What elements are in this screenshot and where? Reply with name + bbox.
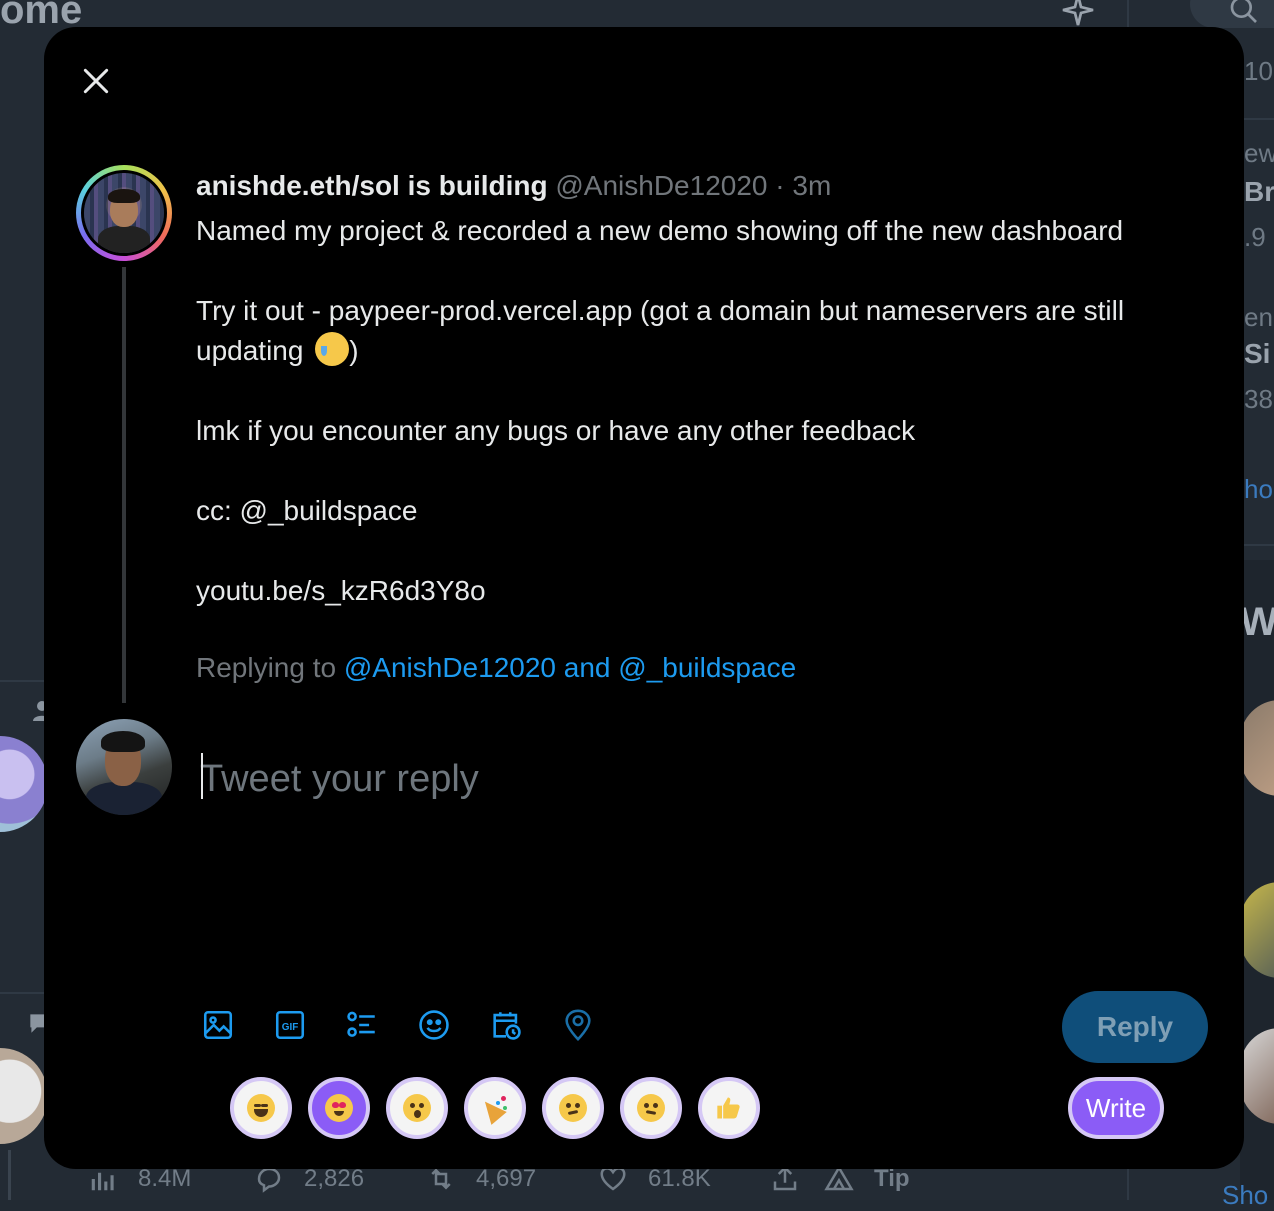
trend-snippet: en [1244,302,1273,333]
reply-button[interactable]: Reply [1062,991,1208,1063]
separator-dot: · [775,170,784,201]
schedule-button[interactable] [488,1007,524,1043]
show-more-link: Sho [1222,1180,1268,1211]
media-button[interactable] [200,1007,236,1043]
tweet-line: updating ) [196,331,1206,371]
image-icon [201,1008,235,1042]
open-mouth-icon [403,1094,431,1122]
reaction-open-mouth-button[interactable] [386,1077,448,1139]
tweet-line-suffix: ) [349,335,358,366]
show-more-link: ho [1244,474,1273,505]
replying-to: Replying to @AnishDe12020 and @_buildspa… [196,649,1206,687]
gif-button[interactable]: GIF [272,1007,308,1043]
reaction-thumbs-up-button[interactable] [698,1077,760,1139]
poll-icon [345,1008,379,1042]
avatar [0,1048,48,1144]
thumbs-up-icon [715,1094,743,1122]
thinking-icon [559,1094,587,1122]
reaction-heart-eyes-button[interactable] [308,1077,370,1139]
trend-snippet: Si [1244,338,1270,370]
views-count: 8.4M [138,1165,191,1193]
tweet-time[interactable]: 3m [792,170,831,201]
divider [0,992,44,994]
retweets-count: 4,697 [476,1165,536,1193]
compose-toolbar: GIF [200,1007,596,1043]
avatar [0,736,48,832]
likes-count: 61.8K [648,1165,711,1193]
tweet-line: youtu.be/s_kzR6d3Y8o [196,571,1206,611]
poll-button[interactable] [344,1007,380,1043]
location-button[interactable] [560,1007,596,1043]
thread-line [122,267,126,703]
thread-line [8,1150,11,1200]
location-icon [561,1008,595,1042]
tip-label: Tip [874,1165,910,1193]
sparkle-icon [1060,0,1096,28]
write-button[interactable]: Write [1068,1077,1164,1139]
avatar-photo [81,170,167,256]
author-avatar[interactable] [76,165,172,261]
svg-text:GIF: GIF [282,1022,299,1033]
trend-snippet: ew [1244,138,1274,169]
divider [0,680,44,682]
joy-icon [247,1094,275,1122]
trend-snippet: .9 [1244,222,1266,253]
tweet-line: cc: @_buildspace [196,491,1206,531]
quick-reactions [230,1077,760,1139]
tweet-line: Named my project & recorded a new demo s… [196,211,1206,251]
user-avatar[interactable] [76,719,172,815]
trend-snippet: 10 [1244,56,1273,87]
reply-modal: anishde.eth/sol is building @AnishDe1202… [44,27,1244,1169]
confused-icon [637,1094,665,1122]
replying-to-mentions[interactable]: @AnishDe12020 and @_buildspace [344,652,796,683]
text-caret [201,753,203,799]
emoji-button[interactable] [416,1007,452,1043]
tweet-line: Try it out - paypeer-prod.vercel.app (go… [196,291,1206,331]
crying-face-icon [315,332,349,366]
reaction-party-button[interactable] [464,1077,526,1139]
close-icon [80,65,112,97]
replying-to-label: Replying to [196,652,336,683]
emoji-icon [417,1008,451,1042]
gif-icon: GIF [273,1008,307,1042]
reaction-confused-button[interactable] [620,1077,682,1139]
tweet-line: lmk if you encounter any bugs or have an… [196,411,1206,451]
heart-eyes-icon [325,1094,353,1122]
search-icon [1228,0,1260,26]
who-to-follow-title: Wh [1240,600,1274,645]
tweet-line-text: updating [196,335,303,366]
schedule-icon [489,1008,523,1042]
reply-input[interactable] [200,751,1180,807]
author-handle[interactable]: @AnishDe12020 [555,170,767,201]
reaction-joy-button[interactable] [230,1077,292,1139]
original-tweet: anishde.eth/sol is building @AnishDe1202… [196,167,1206,687]
trend-snippet: 38 [1244,384,1273,415]
party-popper-icon [480,1093,510,1123]
replies-count: 2,826 [304,1165,364,1193]
author-name[interactable]: anishde.eth/sol is building [196,170,548,201]
trend-snippet: Br [1244,176,1274,208]
close-button[interactable] [74,59,118,103]
tweet-header: anishde.eth/sol is building @AnishDe1202… [196,167,1206,205]
reaction-thinking-button[interactable] [542,1077,604,1139]
tweet-text: Named my project & recorded a new demo s… [196,211,1206,611]
